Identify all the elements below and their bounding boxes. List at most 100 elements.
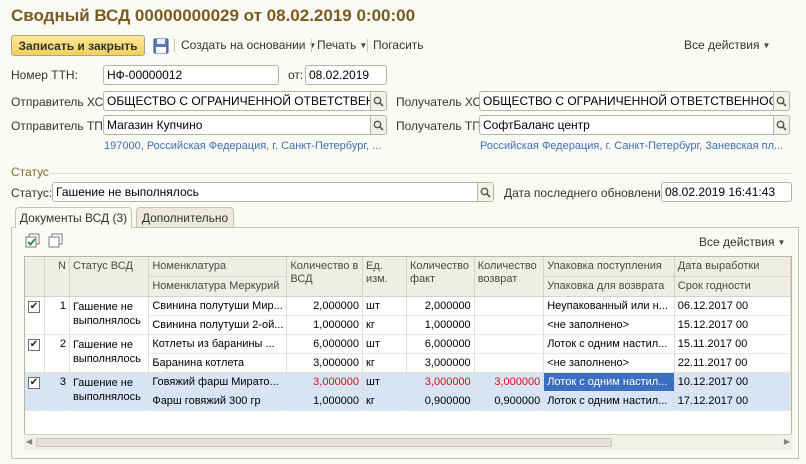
cell-pack-return[interactable]: <не заполнено>: [543, 315, 675, 335]
table-row-selected[interactable]: ✔ 3 Гашение не выполнялось Говяжий фарш …: [25, 372, 791, 411]
cell-qty-fact[interactable]: 1,000000: [406, 315, 475, 335]
cancel-vsd-button[interactable]: Погасить: [373, 38, 424, 52]
cell-nomenclature-mercury[interactable]: Баранина котлета: [148, 353, 288, 373]
cell-unit[interactable]: шт: [362, 296, 407, 316]
scroll-left-arrow-icon[interactable]: ◀: [26, 437, 32, 446]
date-field[interactable]: 08.02.2019: [305, 65, 387, 85]
cell-prod-date[interactable]: 15.11.2017 00: [674, 334, 791, 354]
check-all-icon[interactable]: [25, 233, 41, 249]
header-status[interactable]: Статус ВСД: [69, 257, 150, 297]
sender-tp-search-button[interactable]: [370, 115, 387, 135]
cell-qty-vsd[interactable]: 3,000000: [286, 372, 364, 392]
row-status: Гашение не выполнялось: [69, 372, 150, 411]
header-nomenclature[interactable]: Номенклатура: [148, 257, 288, 277]
cell-qty-return[interactable]: 0,900000: [474, 391, 545, 411]
receiver-tp-search-button[interactable]: [773, 115, 790, 135]
header-unit[interactable]: Ед. изм.: [362, 257, 407, 297]
floppy-disk-icon[interactable]: [152, 37, 170, 55]
status-field[interactable]: Гашение не выполнялось: [52, 182, 478, 202]
cell-qty-vsd[interactable]: 3,000000: [286, 353, 364, 373]
cell-nomenclature[interactable]: Свинина полутуши Мир...: [148, 296, 288, 316]
print-menu[interactable]: Печать ▼: [317, 38, 367, 52]
cell-pack-in[interactable]: Лоток с одним настил...: [543, 334, 675, 354]
header-qty-return[interactable]: Количество возврат: [474, 257, 545, 297]
cell-unit[interactable]: кг: [362, 391, 407, 411]
cell-expiry[interactable]: 22.11.2017 00: [674, 353, 791, 373]
header-prod-date[interactable]: Дата выработки: [674, 257, 791, 277]
cell-qty-vsd[interactable]: 6,000000: [286, 334, 364, 354]
tab-additional[interactable]: Дополнительно: [136, 207, 234, 227]
header-expiry[interactable]: Срок годности: [674, 276, 791, 297]
cell-unit[interactable]: шт: [362, 372, 407, 392]
scrollbar-thumb[interactable]: [36, 438, 612, 447]
header-nomenclature-mercury[interactable]: Номенклатура Меркурий: [148, 276, 288, 297]
create-based-menu[interactable]: Создать на основании ▼: [181, 38, 316, 52]
cell-qty-return[interactable]: [474, 334, 545, 354]
sender-hs-field[interactable]: ОБЩЕСТВО С ОГРАНИЧЕННОЙ ОТВЕТСТВЕННОС: [103, 91, 371, 111]
cell-pack-return[interactable]: Лоток с одним настил...: [543, 391, 675, 411]
header-qty-fact[interactable]: Количество факт: [406, 257, 475, 297]
cell-unit[interactable]: кг: [362, 315, 407, 335]
receiver-tp-field[interactable]: СофтБаланс центр: [479, 115, 774, 135]
cell-qty-return[interactable]: [474, 315, 545, 335]
cell-expiry[interactable]: 17.12.2017 00: [674, 391, 791, 411]
cell-prod-date[interactable]: 10.12.2017 00: [674, 372, 791, 392]
cell-qty-fact[interactable]: 0,900000: [406, 391, 475, 411]
cell-nomenclature[interactable]: Говяжий фарш Мирато...: [148, 372, 288, 392]
table-row[interactable]: ✔ 2 Гашение не выполнялось Котлеты из ба…: [25, 334, 791, 373]
row-checkbox[interactable]: ✔: [28, 300, 40, 313]
cell-unit[interactable]: кг: [362, 353, 407, 373]
all-actions-menu[interactable]: Все действия ▼: [684, 38, 770, 52]
row-checkbox-cell[interactable]: ✔: [25, 334, 46, 373]
table-row[interactable]: ✔ 1 Гашение не выполнялось Свинина полут…: [25, 296, 791, 335]
sender-hs-search-button[interactable]: [370, 91, 387, 111]
row-checkbox-cell[interactable]: ✔: [25, 372, 46, 411]
cell-nomenclature[interactable]: Котлеты из баранины ...: [148, 334, 288, 354]
cell-qty-fact[interactable]: 3,000000: [406, 372, 475, 392]
cell-qty-return[interactable]: 3,000000: [474, 372, 545, 392]
scroll-right-arrow-icon[interactable]: ▶: [784, 437, 790, 446]
cell-qty-vsd[interactable]: 1,000000: [286, 315, 364, 335]
receiver-hs-field[interactable]: ОБЩЕСТВО С ОГРАНИЧЕННОЙ ОТВЕТСТВЕННОСТЬЮ: [479, 91, 774, 111]
table-all-actions-menu[interactable]: Все действия ▼: [699, 235, 785, 249]
row-checkbox[interactable]: ✔: [28, 376, 40, 389]
ttn-field[interactable]: НФ-00000012: [103, 65, 279, 85]
chevron-down-icon: ▼: [777, 238, 786, 247]
receiver-address-link[interactable]: Российская Федерация, г. Санкт-Петербург…: [480, 140, 792, 152]
cell-qty-vsd[interactable]: 2,000000: [286, 296, 364, 316]
sender-tp-label: Отправитель ТП:: [11, 119, 107, 133]
sender-address-link[interactable]: 197000, Российская Федерация, г. Санкт-П…: [104, 140, 389, 152]
cell-qty-return[interactable]: [474, 353, 545, 373]
toolbar-separator: [311, 39, 312, 52]
receiver-hs-search-button[interactable]: [773, 91, 790, 111]
header-qty-vsd[interactable]: Количество в ВСД: [286, 257, 364, 297]
header-pack-return[interactable]: Упаковка для возврата: [543, 276, 675, 297]
cell-qty-fact[interactable]: 2,000000: [406, 296, 475, 316]
cell-nomenclature-mercury[interactable]: Свинина полутуши 2-ой...: [148, 315, 288, 335]
cell-pack-return[interactable]: <не заполнено>: [543, 353, 675, 373]
row-checkbox-cell[interactable]: ✔: [25, 296, 46, 335]
cell-qty-fact[interactable]: 6,000000: [406, 334, 475, 354]
cell-pack-in-focused[interactable]: Лоток с одним настил...: [543, 372, 675, 392]
table-all-actions-label: Все действия: [699, 235, 775, 249]
cell-qty-fact[interactable]: 3,000000: [406, 353, 475, 373]
uncheck-all-icon[interactable]: [48, 233, 64, 249]
cell-unit[interactable]: шт: [362, 334, 407, 354]
chevron-down-icon: ▼: [308, 41, 317, 50]
header-check[interactable]: [25, 257, 46, 297]
status-search-button[interactable]: [477, 182, 494, 202]
cell-pack-in[interactable]: Неупакованный или н...: [543, 296, 675, 316]
cell-nomenclature-mercury[interactable]: Фарш говяжий 300 гр: [148, 391, 288, 411]
header-n[interactable]: N: [44, 257, 70, 297]
save-close-button[interactable]: Записать и закрыть: [11, 35, 145, 56]
receiver-tp-label: Получатель ТП:: [396, 119, 485, 133]
row-checkbox[interactable]: ✔: [28, 338, 40, 351]
cell-qty-return[interactable]: [474, 296, 545, 316]
sender-tp-field[interactable]: Магазин Купчино: [103, 115, 371, 135]
tab-documents[interactable]: Документы ВСД (3): [15, 207, 132, 228]
cell-prod-date[interactable]: 06.12.2017 00: [674, 296, 791, 316]
header-pack-in[interactable]: Упаковка поступления: [543, 257, 675, 277]
cell-expiry[interactable]: 15.12.2017 00: [674, 315, 791, 335]
cell-qty-vsd[interactable]: 1,000000: [286, 391, 364, 411]
horizontal-scrollbar[interactable]: ◀ ▶: [24, 434, 792, 450]
